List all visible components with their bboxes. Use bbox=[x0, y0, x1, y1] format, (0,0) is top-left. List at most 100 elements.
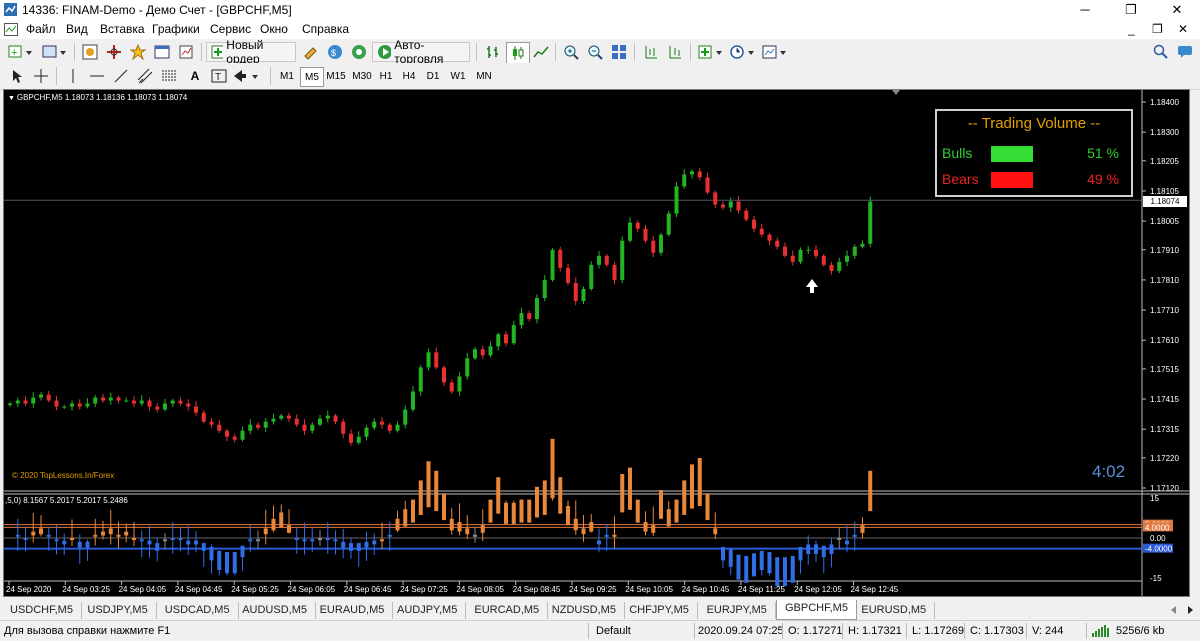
tf-h1[interactable]: H1 bbox=[376, 67, 396, 85]
tab-eurcad-m5[interactable]: EURCAD,M5 bbox=[466, 602, 549, 619]
candle bbox=[736, 201, 741, 211]
tab-audjpy-m5[interactable]: AUDJPY,M5 bbox=[389, 602, 467, 619]
separator bbox=[270, 67, 271, 85]
candle bbox=[411, 391, 415, 410]
zoom-out-icon[interactable] bbox=[584, 42, 606, 62]
chart-window[interactable]: 5.00004.0000-4.0000150.00-15 1.184001.18… bbox=[3, 89, 1190, 597]
tester-icon[interactable] bbox=[175, 42, 197, 62]
mdi-close-icon[interactable]: ✕ bbox=[1178, 22, 1188, 36]
tf-m30[interactable]: M30 bbox=[350, 67, 374, 85]
text-tool-icon[interactable]: A bbox=[184, 66, 206, 86]
price-tick-label: 1.17220 bbox=[1150, 454, 1179, 463]
market-icon[interactable] bbox=[348, 42, 370, 62]
tf-m5[interactable]: M5 bbox=[300, 67, 324, 87]
tf-w1[interactable]: W1 bbox=[446, 67, 470, 85]
connection-icon[interactable] bbox=[1092, 625, 1112, 637]
new-chart-icon[interactable]: + bbox=[6, 42, 36, 62]
tab-audusd-m5[interactable]: AUDUSD,M5 bbox=[234, 602, 316, 619]
oscillator-bar bbox=[178, 538, 183, 540]
metaeditor-icon[interactable] bbox=[300, 42, 322, 62]
tf-d1[interactable]: D1 bbox=[422, 67, 444, 85]
periods-icon[interactable] bbox=[728, 42, 758, 62]
trendline-icon[interactable] bbox=[110, 66, 132, 86]
candle bbox=[418, 367, 423, 392]
indicators-icon[interactable] bbox=[696, 42, 726, 62]
oscillator-bar bbox=[519, 499, 524, 523]
menu-insert[interactable]: Вставка bbox=[100, 22, 145, 36]
tab-nzdusd-m5[interactable]: NZDUSD,M5 bbox=[544, 602, 625, 619]
candle bbox=[790, 255, 795, 262]
chart-menu-triangle-icon[interactable]: ▼ bbox=[8, 95, 17, 102]
zoom-in-icon[interactable] bbox=[560, 42, 582, 62]
menu-window[interactable]: Окно bbox=[260, 22, 288, 36]
terminal-icon[interactable] bbox=[151, 42, 173, 62]
oscillator-bar bbox=[232, 552, 237, 574]
crosshair-icon[interactable] bbox=[30, 66, 52, 86]
restore-button[interactable]: ❐ bbox=[1108, 0, 1154, 20]
tab-usdchf-m5[interactable]: USDCHF,M5 bbox=[2, 602, 82, 619]
menu-view[interactable]: Вид bbox=[66, 22, 88, 36]
menu-file[interactable]: Файл bbox=[26, 22, 56, 36]
channel-icon[interactable] bbox=[134, 66, 156, 86]
minimize-button[interactable]: ─ bbox=[1062, 0, 1108, 20]
mdi-restore-icon[interactable]: ❐ bbox=[1152, 22, 1163, 36]
status-bar: Для вызова справки нажмите F1 Default 20… bbox=[0, 620, 1200, 641]
tab-eurjpy-m5[interactable]: EURJPY,M5 bbox=[699, 602, 776, 619]
time-tick-label: 24 Sep 06:45 bbox=[344, 585, 392, 594]
oscillator-bar bbox=[85, 541, 90, 548]
auto-trading-button[interactable]: Авто-торговля bbox=[372, 38, 470, 66]
tab-euraud-m5[interactable]: EURAUD,M5 bbox=[312, 602, 394, 619]
auto-scroll-icon[interactable] bbox=[664, 42, 686, 62]
menu-help[interactable]: Справка bbox=[302, 22, 349, 36]
chart-window-icon[interactable] bbox=[4, 23, 18, 36]
chart-shift-icon[interactable] bbox=[640, 42, 662, 62]
chat-icon[interactable] bbox=[1174, 42, 1196, 62]
tab-scroll-icon[interactable] bbox=[1168, 604, 1196, 616]
tab-usdcad-m5[interactable]: USDCAD,M5 bbox=[157, 602, 239, 619]
price-tick-label: 1.17610 bbox=[1150, 336, 1179, 345]
menu-charts[interactable]: Графики bbox=[152, 22, 200, 36]
text-label-icon[interactable]: T bbox=[208, 66, 230, 86]
tab-usdjpy-m5[interactable]: USDJPY,M5 bbox=[79, 602, 157, 619]
candle bbox=[93, 397, 98, 404]
candlestick-chart-icon[interactable] bbox=[506, 42, 530, 64]
cursor-icon[interactable] bbox=[6, 66, 28, 86]
profiles-icon[interactable] bbox=[40, 42, 70, 62]
candle bbox=[659, 234, 663, 253]
line-chart-icon[interactable] bbox=[530, 42, 552, 62]
tab-eurusd-m5[interactable]: EURUSD,M5 bbox=[853, 602, 936, 619]
tf-m1[interactable]: M1 bbox=[276, 67, 298, 85]
horizontal-line-icon[interactable] bbox=[86, 66, 108, 86]
candle bbox=[287, 415, 291, 419]
bar-chart-icon[interactable] bbox=[482, 42, 504, 62]
bears-bar bbox=[991, 172, 1033, 188]
oscillator-bar bbox=[542, 480, 547, 515]
candle bbox=[132, 400, 136, 404]
close-window-button[interactable]: ✕ bbox=[1154, 0, 1200, 20]
templates-icon[interactable] bbox=[760, 42, 790, 62]
menu-tools[interactable]: Сервис bbox=[210, 22, 251, 36]
arrows-icon[interactable] bbox=[230, 66, 264, 86]
mdi-minimize-icon[interactable]: _ bbox=[1128, 22, 1135, 36]
new-order-button[interactable]: Новый ордер bbox=[206, 38, 296, 66]
tf-m15[interactable]: M15 bbox=[324, 67, 348, 85]
tile-windows-icon[interactable] bbox=[608, 42, 630, 62]
candle bbox=[457, 376, 462, 392]
signals-icon[interactable]: $ bbox=[324, 42, 346, 62]
chart-shift-marker[interactable] bbox=[892, 90, 900, 95]
tf-mn[interactable]: MN bbox=[472, 67, 496, 85]
search-icon[interactable] bbox=[1150, 42, 1172, 62]
candle bbox=[690, 171, 694, 175]
candle bbox=[372, 421, 377, 428]
fibonacci-icon[interactable] bbox=[158, 66, 180, 86]
time-tick-label: 24 Sep 11:25 bbox=[738, 585, 786, 594]
data-window-icon[interactable] bbox=[103, 42, 125, 62]
vertical-line-icon[interactable] bbox=[62, 66, 84, 86]
navigator-icon[interactable] bbox=[127, 42, 149, 62]
oscillator-bar bbox=[775, 557, 780, 586]
tab-gbpchf-m5[interactable]: GBPCHF,M5 bbox=[776, 600, 857, 620]
tf-h4[interactable]: H4 bbox=[398, 67, 420, 85]
oscillator-bar bbox=[426, 461, 431, 508]
tab-chfjpy-m5[interactable]: CHFJPY,M5 bbox=[621, 602, 698, 619]
market-watch-icon[interactable] bbox=[79, 42, 101, 62]
